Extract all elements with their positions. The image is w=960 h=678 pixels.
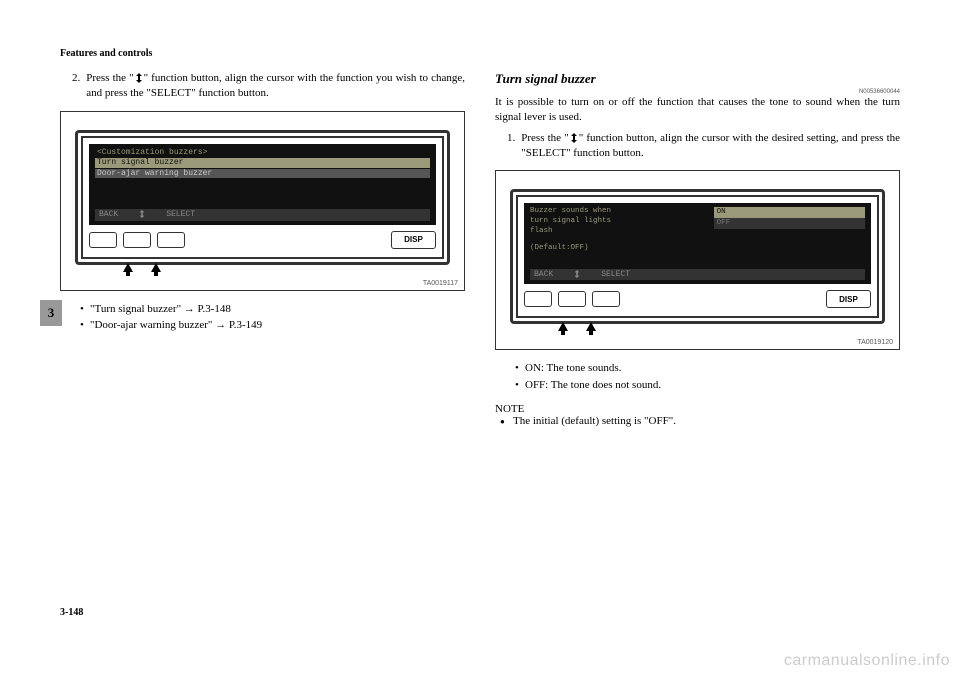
physical-button-3 [592,291,620,307]
step-2: 2. Press the "" function button, align t… [60,71,465,101]
right-bullet-list: ON: The tone sounds. OFF: The tone does … [513,360,900,393]
intro-paragraph: It is possible to turn on or off the fun… [495,95,900,125]
right-pane: ON OFF [714,207,865,267]
footer-back: BACK [534,270,553,280]
screen-row-selected: Turn signal buzzer [95,158,430,168]
left-bullet-list: "Turn signal buzzer" → P.3-148 "Door-aja… [78,301,465,334]
physical-button-1 [89,232,117,248]
screen-title: <Customization buzzers> [95,148,430,158]
option-off: OFF [714,218,865,229]
device-inner: Buzzer sounds when turn signal lights fl… [516,195,879,318]
chapter-tab: 3 [40,300,62,326]
two-pane: Buzzer sounds when turn signal lights fl… [530,207,865,267]
step-text: Press the "" function button, align the … [521,131,900,161]
arrow-up-icon [558,322,568,331]
device-screen: Buzzer sounds when turn signal lights fl… [524,203,871,284]
figure-code: TA0019117 [423,280,458,287]
callout-arrows [75,263,450,272]
list-item: "Door-ajar warning buzzer" → P.3-149 [90,317,465,334]
footer-back: BACK [99,210,118,220]
callout-arrows [510,322,885,331]
physical-button-1 [524,291,552,307]
arrow-up-icon [123,263,133,272]
disp-button: DISP [391,231,436,249]
arrow-up-icon [586,322,596,331]
disp-button: DISP [826,290,871,308]
button-row: DISP [524,288,871,310]
button-row: DISP [89,229,436,251]
device-bezel: Buzzer sounds when turn signal lights fl… [510,189,885,324]
updown-icon [569,133,579,143]
device-screen: <Customization buzzers> Turn signal buzz… [89,144,436,225]
figure-left: <Customization buzzers> Turn signal buzz… [60,111,465,291]
device-bezel: <Customization buzzers> Turn signal buzz… [75,130,450,265]
step-1: 1. Press the "" function button, align t… [495,131,900,161]
physical-button-3 [157,232,185,248]
page-number: 3-148 [60,607,83,618]
screen-footer: BACK SELECT [95,209,430,221]
list-item: ON: The tone sounds. [525,360,900,377]
device-inner: <Customization buzzers> Turn signal buzz… [81,136,444,259]
step-number: 2. [72,71,80,101]
figure-code: TA0019120 [857,339,893,346]
physical-button-2 [558,291,586,307]
updown-icon [573,270,581,278]
footer-select: SELECT [601,270,630,280]
screen-footer: BACK SELECT [530,269,865,281]
left-column: 2. Press the "" function button, align t… [60,71,465,427]
pane-line: (Default:OFF) [530,244,712,253]
pane-line: flash [530,227,712,236]
pane-line: turn signal lights [530,217,712,226]
updown-icon [134,73,144,83]
updown-icon [138,210,146,218]
note-body: The initial (default) setting is "OFF". [495,415,900,427]
footer-select: SELECT [166,210,195,220]
list-item: "Turn signal buzzer" → P.3-148 [90,301,465,318]
right-column: Turn signal buzzer N00536600044 It is po… [495,71,900,427]
list-item: OFF: The tone does not sound. [525,377,900,394]
screen-row: Door-ajar warning buzzer [95,169,430,179]
physical-button-2 [123,232,151,248]
option-on: ON [714,207,865,218]
left-pane: Buzzer sounds when turn signal lights fl… [530,207,712,267]
pane-line: Buzzer sounds when [530,207,712,216]
note-label: NOTE [495,403,900,415]
arrow-up-icon [151,263,161,272]
watermark: carmanualsonline.info [784,652,950,670]
step-text: Press the "" function button, align the … [86,71,465,101]
subheading: Turn signal buzzer [495,71,900,87]
two-column-layout: 2. Press the "" function button, align t… [60,71,900,427]
step-number: 1. [507,131,515,161]
section-header: Features and controls [60,48,900,59]
figure-right: Buzzer sounds when turn signal lights fl… [495,170,900,350]
